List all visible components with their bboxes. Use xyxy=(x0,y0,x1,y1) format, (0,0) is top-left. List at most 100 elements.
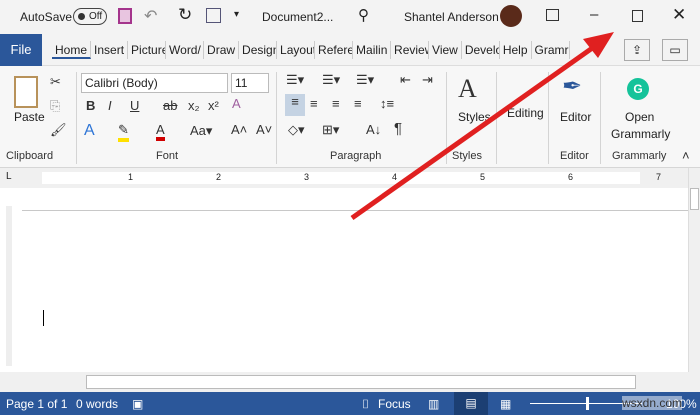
tab-selector[interactable]: L xyxy=(6,171,12,182)
tab-design[interactable]: Design xyxy=(239,40,278,59)
minimize-button[interactable]: – xyxy=(590,6,598,23)
web-layout-icon[interactable]: ▦ xyxy=(500,397,511,411)
sort-button[interactable]: A↓ xyxy=(366,122,381,137)
grammarly-icon[interactable]: G xyxy=(627,78,649,100)
share-button[interactable]: ⇪ xyxy=(624,39,650,61)
bullets-button[interactable]: ☰▾ xyxy=(286,72,304,88)
word-count[interactable]: 0 words xyxy=(76,397,118,411)
tab-review[interactable]: Review xyxy=(391,40,430,59)
tab-view[interactable]: View xyxy=(429,40,462,59)
line-spacing-button[interactable]: ↕≡ xyxy=(380,96,394,111)
autosave-state: Off xyxy=(89,11,103,22)
show-formatting-button[interactable]: ¶ xyxy=(394,120,402,137)
group-label-clipboard: Clipboard xyxy=(6,150,54,162)
font-size-select[interactable]: 11 xyxy=(231,73,269,93)
grow-font-button[interactable]: A˄ xyxy=(231,122,247,137)
tab-file[interactable]: File xyxy=(0,33,42,66)
tab-help[interactable]: Help xyxy=(500,40,532,59)
vertical-scrollbar[interactable] xyxy=(688,168,700,372)
form-icon[interactable] xyxy=(206,8,221,23)
horizontal-scrollbar[interactable] xyxy=(0,372,700,392)
group-label-editor: Editor xyxy=(560,150,589,162)
borders-button[interactable]: ⊞▾ xyxy=(322,122,339,138)
font-color-button[interactable]: A xyxy=(156,122,165,141)
underline-button[interactable]: U xyxy=(130,98,139,113)
group-label-paragraph: Paragraph xyxy=(330,150,382,162)
styles-icon[interactable]: A xyxy=(458,74,477,104)
editor-button[interactable]: Editor xyxy=(560,110,591,124)
tab-mailings[interactable]: Mailin xyxy=(353,40,392,59)
change-case-button[interactable]: Aa▾ xyxy=(190,123,212,139)
tab-word[interactable]: Word/ xyxy=(166,40,205,59)
ruler-tick: 6 xyxy=(568,172,574,182)
comments-button[interactable]: ▭ xyxy=(662,39,688,61)
justify-button[interactable]: ≡ xyxy=(354,96,362,111)
close-button[interactable]: ✕ xyxy=(672,5,686,25)
collapse-ribbon-icon[interactable]: ˄ xyxy=(682,148,690,163)
scroll-thumb[interactable] xyxy=(690,188,699,210)
editing-button[interactable]: Editing xyxy=(507,106,544,120)
group-label-font: Font xyxy=(156,150,179,162)
status-bar: Page 1 of 1 0 words ▣ ⌷ Focus ▥ ▤ ▦ 100%… xyxy=(0,392,700,415)
focus-icon[interactable]: ⌷ xyxy=(362,397,369,412)
tab-draw[interactable]: Draw xyxy=(204,40,240,59)
superscript-button[interactable]: x² xyxy=(208,98,219,113)
tab-grammarly[interactable]: Gramr xyxy=(532,40,570,59)
align-center-button[interactable]: ≡ xyxy=(310,96,318,111)
highlight-button[interactable]: ✎ xyxy=(118,122,129,142)
open-grammarly-line1[interactable]: Open xyxy=(625,110,654,124)
ribbon-display-icon[interactable] xyxy=(546,9,559,21)
zoom-slider-thumb[interactable] xyxy=(586,397,589,410)
page-count[interactable]: Page 1 of 1 xyxy=(6,397,67,411)
maximize-button[interactable] xyxy=(632,10,643,22)
avatar[interactable] xyxy=(500,5,522,27)
increase-indent-button[interactable]: ⇥ xyxy=(422,72,433,88)
open-grammarly-line2[interactable]: Grammarly xyxy=(611,127,670,141)
numbering-button[interactable]: ☰▾ xyxy=(322,72,340,88)
align-right-button[interactable]: ≡ xyxy=(332,96,340,111)
read-mode-icon[interactable]: ▥ xyxy=(428,397,439,411)
tab-picture[interactable]: Picture xyxy=(128,40,167,59)
horizontal-ruler[interactable]: L 1 2 3 4 5 6 7 xyxy=(0,168,700,188)
multilevel-list-button[interactable]: ☰▾ xyxy=(356,72,374,88)
undo-icon[interactable]: ↶ xyxy=(144,6,157,26)
align-left-button[interactable]: ≡ xyxy=(285,94,305,116)
shrink-font-button[interactable]: A˅ xyxy=(256,122,272,137)
italic-button[interactable]: I xyxy=(108,98,112,113)
save-icon[interactable] xyxy=(118,8,132,24)
vertical-ruler xyxy=(6,206,12,366)
bold-button[interactable]: B xyxy=(86,98,95,113)
subscript-button[interactable]: x₂ xyxy=(188,98,200,113)
strikethrough-button[interactable]: ab xyxy=(163,98,177,113)
tab-developer[interactable]: Develo xyxy=(462,40,500,59)
editor-icon[interactable]: ✒ xyxy=(562,72,582,101)
document-area[interactable] xyxy=(0,188,688,372)
clear-formatting-icon[interactable]: A xyxy=(232,96,241,111)
ruler-tick: 3 xyxy=(304,172,310,182)
cut-icon[interactable]: ✂ xyxy=(50,74,61,90)
autosave-toggle[interactable]: Off xyxy=(73,8,107,25)
redo-icon[interactable]: ↻ xyxy=(178,5,192,25)
copy-icon[interactable]: ⎘ xyxy=(50,98,60,114)
paste-button[interactable]: Paste xyxy=(14,110,45,124)
tab-home[interactable]: Home xyxy=(52,40,92,59)
format-painter-icon[interactable]: 🖌 xyxy=(50,122,67,138)
ruler-tick: 7 xyxy=(656,172,662,182)
customize-qat-icon[interactable]: ▾ xyxy=(234,9,239,20)
autosave-label: AutoSave xyxy=(20,10,73,24)
paste-icon[interactable] xyxy=(14,76,38,108)
tab-layout[interactable]: Layout xyxy=(277,40,316,59)
tab-insert[interactable]: Insert xyxy=(91,40,129,59)
focus-button[interactable]: Focus xyxy=(378,397,411,411)
print-layout-icon[interactable]: ▤ xyxy=(454,392,488,415)
h-scroll-thumb[interactable] xyxy=(86,375,636,389)
shading-button[interactable]: ◇▾ xyxy=(288,122,305,138)
tab-references[interactable]: Refere xyxy=(315,40,354,59)
ruler-tick: 1 xyxy=(128,172,134,182)
accessibility-icon[interactable]: ▣ xyxy=(132,397,143,411)
styles-button[interactable]: Styles xyxy=(458,110,491,124)
font-name-select[interactable]: Calibri (Body) xyxy=(81,73,228,93)
search-icon[interactable]: ⚲ xyxy=(358,6,369,24)
text-effects-button[interactable]: A xyxy=(84,122,95,140)
decrease-indent-button[interactable]: ⇤ xyxy=(400,72,411,88)
